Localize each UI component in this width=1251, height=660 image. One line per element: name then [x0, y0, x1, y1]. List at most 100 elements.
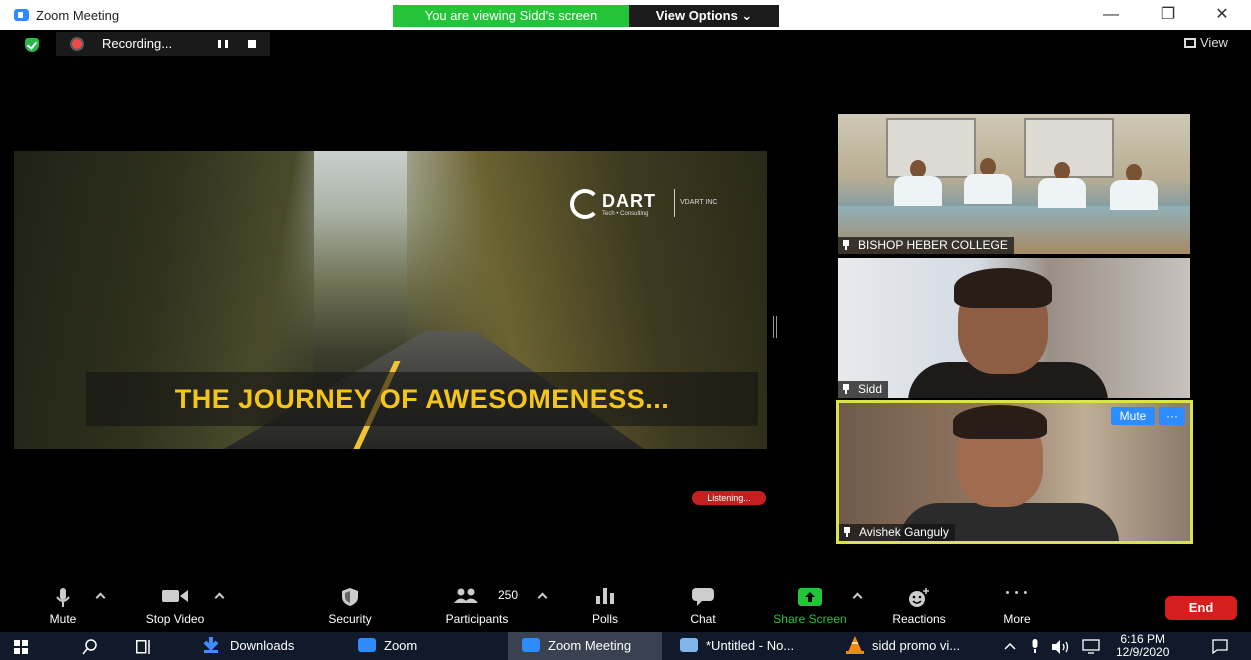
polls-button[interactable]: Polls	[580, 582, 630, 628]
participant-name: Avishek Ganguly	[859, 525, 949, 539]
viewing-screen-banner: You are viewing Sidd's screen	[393, 5, 629, 27]
video-tile-sidd[interactable]: Sidd	[838, 258, 1190, 398]
participants-chevron-icon[interactable]	[537, 592, 548, 603]
downloads-label: Downloads	[230, 638, 295, 653]
vdart-logo: DART Tech • Consulting VDART INC	[570, 187, 740, 221]
logo-company: VDART INC	[680, 199, 718, 206]
share-screen-arrow-icon	[798, 588, 822, 606]
window-title: Zoom Meeting	[36, 8, 120, 23]
clock-date: 12/9/2020	[1116, 645, 1170, 659]
video-tile-bishop-heber[interactable]: BISHOP HEBER COLLEGE	[838, 114, 1190, 254]
polls-bar-chart-icon	[596, 588, 614, 604]
participant-name: BISHOP HEBER COLLEGE	[858, 238, 1008, 252]
slide-caption: THE JOURNEY OF AWESOMENESS...	[174, 384, 670, 414]
stop-recording-icon[interactable]	[248, 40, 256, 48]
vlc-cone-icon	[846, 636, 864, 654]
taskbar-zoom[interactable]: Zoom	[358, 632, 448, 660]
windows-start-icon[interactable]	[14, 640, 28, 654]
pause-recording-icon[interactable]	[218, 40, 228, 48]
participant-name-tag: Sidd	[838, 381, 889, 398]
pin-icon	[842, 240, 850, 250]
grid-icon	[1184, 38, 1196, 48]
zoom-icon	[358, 638, 376, 652]
audio-options-chevron-icon[interactable]	[95, 592, 106, 603]
participant-name: Sidd	[858, 382, 883, 396]
participants-count: 250	[498, 588, 519, 602]
participants-icon	[454, 588, 478, 603]
recording-label: Recording...	[102, 36, 173, 51]
encryption-shield-icon[interactable]	[25, 38, 39, 52]
reactions-label: Reactions	[892, 612, 946, 626]
tray-microphone-icon[interactable]	[1030, 639, 1040, 654]
notepad-label: *Untitled - No...	[706, 638, 795, 653]
recording-indicator: Recording...	[56, 32, 270, 56]
microphone-icon	[56, 588, 70, 607]
logo-text: DART	[602, 191, 656, 211]
tile-more-button[interactable]: ···	[1159, 407, 1185, 425]
meeting-controls: Mute Stop Video Security 250 Participant…	[0, 582, 1251, 628]
zoom-meeting-label: Zoom Meeting	[548, 638, 632, 653]
title-bar: Zoom Meeting You are viewing Sidd's scre…	[0, 0, 1251, 30]
participant-hair	[954, 268, 1052, 308]
view-layout-button[interactable]: View	[1184, 35, 1228, 50]
security-button[interactable]: Security	[320, 582, 380, 628]
logo-divider	[674, 189, 675, 217]
view-options-button[interactable]: View Options ⌄	[629, 5, 779, 27]
security-label: Security	[328, 612, 372, 626]
pin-icon	[843, 527, 851, 537]
participants-button[interactable]: 250 Participants	[432, 582, 522, 628]
participant-name-tag: Avishek Ganguly	[839, 524, 955, 541]
chat-button[interactable]: Chat	[680, 582, 726, 628]
slide-caption-box: THE JOURNEY OF AWESOMENESS...	[86, 372, 758, 426]
reactions-smiley-icon	[909, 588, 929, 607]
polls-label: Polls	[591, 612, 618, 626]
close-button[interactable]: ✕	[1204, 4, 1240, 26]
record-dot-icon	[72, 39, 82, 49]
view-label: View	[1200, 35, 1228, 50]
volume-icon[interactable]	[1052, 640, 1070, 654]
zoom-app-icon	[14, 9, 29, 21]
share-screen-label: Share Screen	[773, 612, 847, 626]
reactions-button[interactable]: Reactions	[880, 582, 958, 628]
video-tile-avishek[interactable]: Mute ··· Avishek Ganguly	[836, 400, 1193, 544]
network-icon[interactable]	[1082, 639, 1100, 654]
end-meeting-button[interactable]: End	[1165, 596, 1237, 620]
chat-bubble-icon	[692, 588, 714, 606]
participants-label: Participants	[445, 612, 509, 626]
slide-image: DART Tech • Consulting VDART INC THE JOU…	[14, 151, 767, 449]
minimize-button[interactable]: —	[1093, 4, 1129, 26]
taskbar-zoom-meeting[interactable]: Zoom Meeting	[508, 632, 662, 660]
listening-badge: Listening...	[692, 491, 766, 505]
taskbar-vlc[interactable]: sidd promo vi...	[846, 632, 986, 660]
more-button[interactable]: • • • More	[992, 582, 1042, 628]
taskbar-notepad[interactable]: *Untitled - No...	[680, 632, 830, 660]
zoom-meeting-icon	[522, 638, 540, 652]
zoom-label: Zoom	[384, 638, 418, 653]
chat-label: Chat	[690, 612, 716, 626]
search-icon[interactable]	[82, 639, 98, 655]
security-shield-icon	[342, 588, 358, 606]
shared-screen: DART Tech • Consulting VDART INC THE JOU…	[14, 151, 767, 505]
download-arrow-icon	[203, 637, 219, 653]
tile-mute-button[interactable]: Mute	[1111, 407, 1155, 425]
tray-chevron-up-icon[interactable]	[1004, 642, 1016, 650]
panel-resize-handle[interactable]	[773, 316, 777, 338]
mute-button[interactable]: Mute	[36, 582, 90, 628]
share-screen-button[interactable]: Share Screen	[762, 582, 858, 628]
zoom-window: Zoom Meeting You are viewing Sidd's scre…	[0, 0, 1251, 660]
taskbar-downloads[interactable]: Downloads	[202, 632, 312, 660]
pin-icon	[842, 384, 850, 394]
maximize-button[interactable]: ❐	[1150, 4, 1186, 26]
task-view-icon[interactable]	[136, 640, 152, 654]
participant-hair	[953, 405, 1047, 439]
vlc-label: sidd promo vi...	[872, 638, 961, 653]
notepad-icon	[680, 638, 698, 652]
mute-label: Mute	[49, 612, 77, 626]
target-logo-icon	[570, 189, 600, 219]
stop-video-label: Stop Video	[145, 612, 205, 626]
room-screen-left	[886, 118, 976, 178]
taskbar-clock[interactable]: 6:16 PM 12/9/2020	[1116, 633, 1169, 659]
notifications-icon[interactable]	[1212, 639, 1228, 654]
stop-video-button[interactable]: Stop Video	[130, 582, 220, 628]
more-label: More	[1003, 612, 1031, 626]
